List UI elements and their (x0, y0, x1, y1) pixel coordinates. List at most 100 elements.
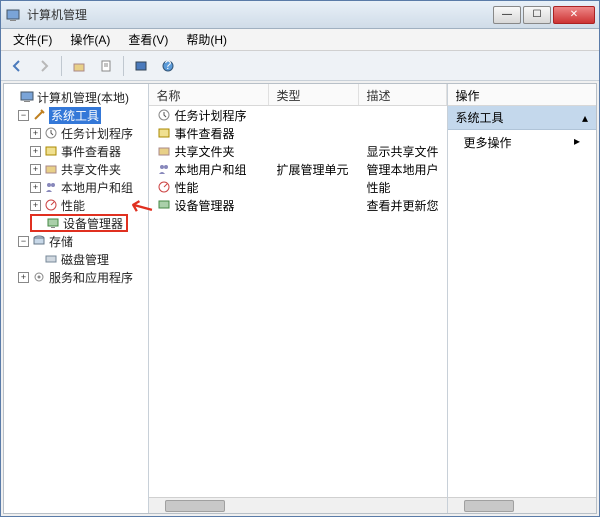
action-more[interactable]: 更多操作 ▸ (448, 130, 596, 155)
list-row[interactable]: 设备管理器 查看并更新您 (149, 196, 447, 214)
svg-text:?: ? (165, 59, 172, 72)
menu-action[interactable]: 操作(A) (62, 29, 118, 50)
app-icon (5, 7, 21, 23)
expand-icon[interactable]: + (30, 146, 41, 157)
up-button[interactable] (67, 54, 91, 78)
list-body[interactable]: 任务计划程序事件查看器共享文件夹 显示共享文件本地用户和组 扩展管理单元管理本地用户… (149, 106, 447, 513)
toolbar: ? (1, 51, 599, 81)
list-row[interactable]: 共享文件夹 显示共享文件 (149, 142, 447, 160)
actions-section[interactable]: 系统工具 ▴ (448, 106, 596, 130)
column-name[interactable]: 名称 (149, 84, 269, 105)
refresh-button[interactable] (129, 54, 153, 78)
titlebar: 计算机管理 — ☐ ✕ (1, 1, 599, 29)
actions-panel: 操作 系统工具 ▴ 更多操作 ▸ (448, 84, 596, 513)
column-type[interactable]: 类型 (269, 84, 359, 105)
highlight-box: 设备管理器 (30, 214, 128, 232)
help-button[interactable]: ? (156, 54, 180, 78)
cell-desc: 显示共享文件 (359, 143, 447, 160)
tools-icon (32, 108, 46, 122)
forward-button[interactable] (32, 54, 56, 78)
chevron-up-icon: ▴ (582, 111, 588, 125)
cell-name: 任务计划程序 (175, 107, 247, 124)
menu-file[interactable]: 文件(F) (5, 29, 60, 50)
collapse-icon[interactable]: − (18, 236, 29, 247)
list-header: 名称 类型 描述 (149, 84, 447, 106)
maximize-button[interactable]: ☐ (523, 6, 551, 24)
tree-services[interactable]: + 服务和应用程序 (6, 268, 146, 286)
services-icon (32, 270, 46, 284)
tree-label: 性能 (61, 197, 85, 214)
menu-view[interactable]: 查看(V) (120, 29, 176, 50)
tree-local-users[interactable]: + 本地用户和组 (6, 178, 146, 196)
tree-label: 共享文件夹 (61, 161, 121, 178)
list-row[interactable]: 任务计划程序 (149, 106, 447, 124)
cell-type: 扩展管理单元 (269, 161, 359, 178)
tree-label: 磁盘管理 (61, 251, 109, 268)
disk-icon (44, 252, 58, 266)
toolbar-separator (123, 56, 124, 76)
expand-icon[interactable]: + (18, 272, 29, 283)
actions-section-label: 系统工具 (456, 109, 504, 126)
row-icon (157, 126, 171, 140)
expand-icon[interactable]: + (30, 200, 41, 211)
close-button[interactable]: ✕ (553, 6, 595, 24)
tree-label: 设备管理器 (63, 215, 123, 232)
collapse-icon[interactable]: − (18, 110, 29, 121)
toolbar-separator (61, 56, 62, 76)
computer-icon (20, 90, 34, 104)
tree-performance[interactable]: + 性能 (6, 196, 146, 214)
horizontal-scrollbar[interactable] (448, 497, 596, 513)
tree-storage[interactable]: − 存储 (6, 232, 146, 250)
event-icon (44, 144, 58, 158)
action-label: 更多操作 (464, 136, 512, 150)
tree-label: 本地用户和组 (61, 179, 133, 196)
tree-panel[interactable]: 计算机管理(本地) − 系统工具 + 任务计划程序 + 事件查看器 + 共享文件… (4, 84, 149, 513)
cell-desc: 查看并更新您 (359, 197, 447, 214)
horizontal-scrollbar[interactable] (149, 497, 447, 513)
cell-desc: 管理本地用户 (359, 161, 447, 178)
cell-name: 共享文件夹 (175, 143, 235, 160)
row-icon (157, 198, 171, 212)
tree-system-tools[interactable]: − 系统工具 (6, 106, 146, 124)
storage-icon (32, 234, 46, 248)
menubar: 文件(F) 操作(A) 查看(V) 帮助(H) (1, 29, 599, 51)
menu-help[interactable]: 帮助(H) (178, 29, 235, 50)
row-icon (157, 108, 171, 122)
users-icon (44, 180, 58, 194)
minimize-button[interactable]: — (493, 6, 521, 24)
tree-label: 计算机管理(本地) (37, 89, 129, 106)
cell-desc: 性能 (359, 179, 447, 196)
expand-icon[interactable]: + (30, 182, 41, 193)
row-icon (157, 144, 171, 158)
expand-icon[interactable]: + (30, 164, 41, 175)
tree-device-manager[interactable]: 设备管理器 (6, 214, 146, 232)
cell-name: 事件查看器 (175, 125, 235, 142)
window-title: 计算机管理 (27, 6, 493, 23)
cell-name: 设备管理器 (175, 197, 235, 214)
tree-label: 事件查看器 (61, 143, 121, 160)
perf-icon (44, 198, 58, 212)
tree-root[interactable]: 计算机管理(本地) (6, 88, 146, 106)
column-desc[interactable]: 描述 (359, 84, 447, 105)
list-row[interactable]: 本地用户和组 扩展管理单元管理本地用户 (149, 160, 447, 178)
list-row[interactable]: 事件查看器 (149, 124, 447, 142)
chevron-right-icon: ▸ (574, 134, 580, 148)
tree-event-viewer[interactable]: + 事件查看器 (6, 142, 146, 160)
expand-icon[interactable]: + (30, 128, 41, 139)
properties-button[interactable] (94, 54, 118, 78)
row-icon (157, 180, 171, 194)
device-icon (46, 216, 60, 230)
back-button[interactable] (5, 54, 29, 78)
tree-shared-folders[interactable]: + 共享文件夹 (6, 160, 146, 178)
tree-disk-mgmt[interactable]: 磁盘管理 (6, 250, 146, 268)
tree-label: 系统工具 (49, 107, 101, 124)
list-row[interactable]: 性能 性能 (149, 178, 447, 196)
tree-label: 任务计划程序 (61, 125, 133, 142)
tree-task-scheduler[interactable]: + 任务计划程序 (6, 124, 146, 142)
clock-icon (44, 126, 58, 140)
folder-shared-icon (44, 162, 58, 176)
tree-label: 服务和应用程序 (49, 269, 133, 286)
cell-name: 本地用户和组 (175, 161, 247, 178)
cell-name: 性能 (175, 179, 199, 196)
row-icon (157, 162, 171, 176)
